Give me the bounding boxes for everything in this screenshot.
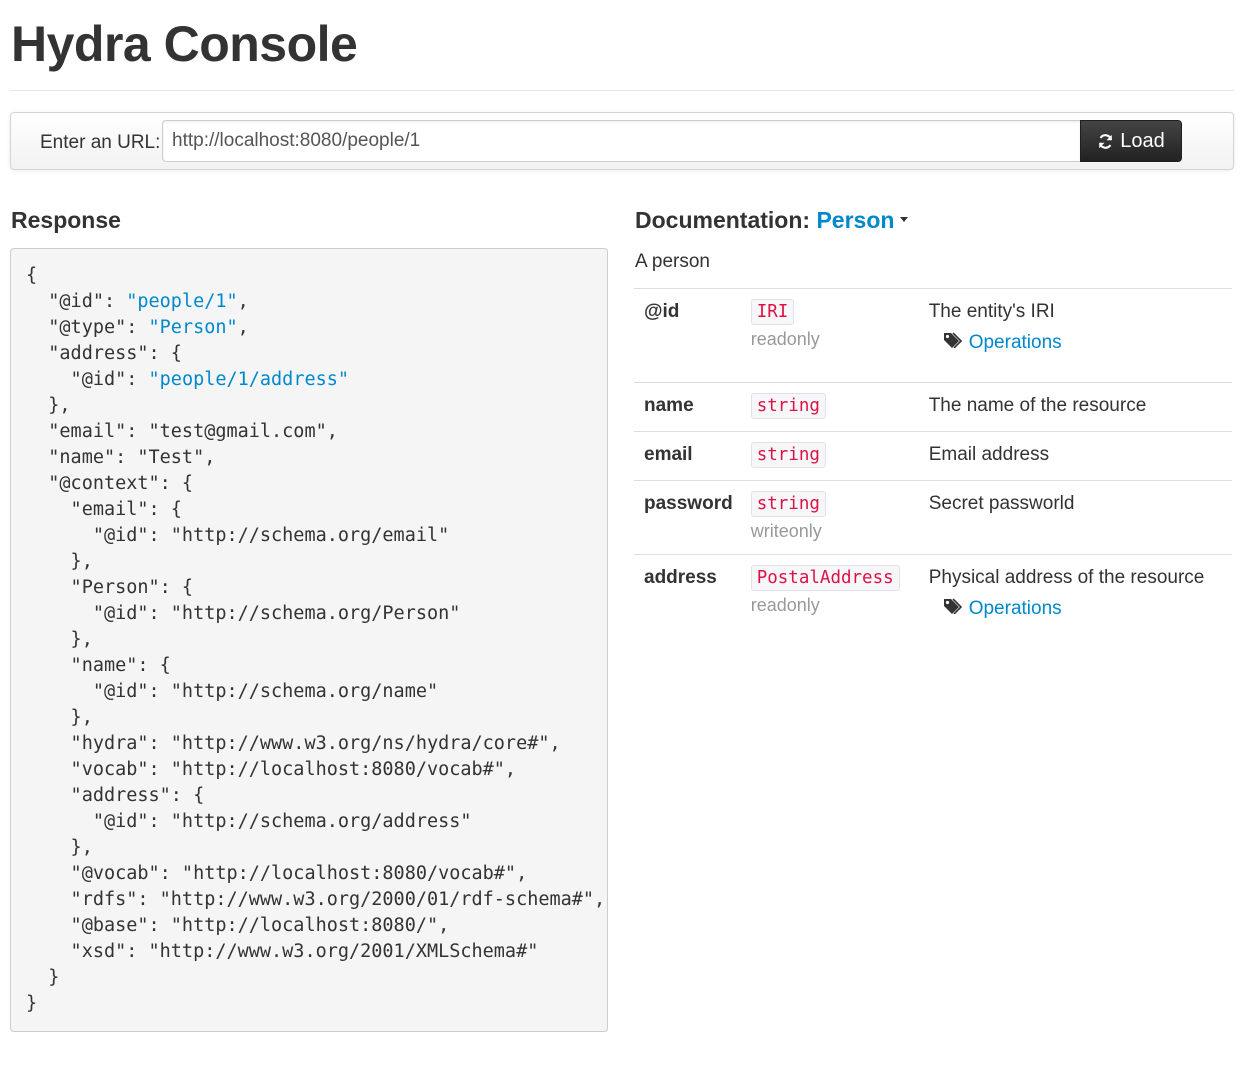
- json-line: "@id": "people/1",: [26, 291, 249, 312]
- property-row: name string The name of the resource: [634, 382, 1232, 432]
- json-line: "name": {: [26, 655, 171, 676]
- tags-icon: [943, 598, 963, 620]
- json-link[interactable]: "people/1/address": [149, 369, 349, 390]
- json-punct: ,: [237, 291, 249, 312]
- response-title: Response: [11, 207, 121, 233]
- property-type: IRI: [750, 299, 795, 325]
- documentation-title: Documentation: Person: [635, 207, 909, 234]
- title-divider: [10, 90, 1234, 91]
- json-line: "@id": "http://schema.org/Person": [26, 603, 461, 624]
- json-line: "Person": {: [26, 577, 194, 598]
- json-line: }: [26, 993, 38, 1014]
- json-line: "name": "Test",: [26, 447, 216, 468]
- property-type: string: [750, 393, 826, 419]
- property-name: @id: [634, 288, 743, 383]
- property-type-cell: string: [742, 431, 919, 481]
- load-button-label: Load: [1120, 129, 1165, 152]
- property-description-cell: The entity's IRI Operations: [918, 288, 1232, 383]
- property-type: string: [750, 442, 826, 468]
- refresh-icon: [1097, 133, 1114, 150]
- json-line: "address": {: [26, 343, 182, 364]
- documentation-title-prefix: Documentation:: [635, 207, 817, 233]
- json-line: "@vocab": "http://localhost:8080/vocab#"…: [26, 863, 528, 884]
- property-name: password: [634, 480, 743, 555]
- json-link[interactable]: "people/1": [126, 291, 237, 312]
- property-flag: readonly: [750, 595, 820, 615]
- property-name: email: [634, 431, 743, 481]
- json-line: },: [26, 837, 93, 858]
- json-line: "hydra": "http://www.w3.org/ns/hydra/cor…: [26, 733, 561, 754]
- property-description: The entity's IRI: [928, 301, 1055, 322]
- property-row: email string Email address: [634, 431, 1232, 481]
- json-link[interactable]: "Person": [149, 317, 238, 338]
- property-description: Physical address of the resource: [928, 567, 1205, 588]
- url-input[interactable]: [162, 120, 1081, 162]
- property-row: password string writeonly Secret passworld: [634, 480, 1232, 555]
- property-description: Email address: [928, 444, 1050, 465]
- json-line: "@id": "http://schema.org/address": [26, 811, 472, 832]
- property-type-cell: string writeonly: [742, 480, 919, 555]
- chevron-down-icon: [900, 217, 909, 223]
- documentation-type-dropdown[interactable]: Person: [816, 207, 894, 233]
- property-type-cell: string: [742, 382, 919, 432]
- property-description: The name of the resource: [928, 395, 1147, 416]
- json-line: {: [26, 265, 38, 286]
- url-label: Enter an URL:: [40, 132, 161, 153]
- property-flag: writeonly: [750, 521, 822, 541]
- json-line: },: [26, 629, 93, 650]
- property-description-cell: Email address: [918, 431, 1232, 481]
- json-line: },: [26, 395, 71, 416]
- operations-label: Operations: [968, 598, 1062, 619]
- json-line: "@base": "http://localhost:8080/",: [26, 915, 450, 936]
- load-button[interactable]: Load: [1080, 120, 1182, 162]
- property-row: address PostalAddress readonly Physical add…: [634, 554, 1232, 644]
- json-line: "vocab": "http://localhost:8080/vocab#",: [26, 759, 517, 780]
- tags-icon: [943, 332, 963, 354]
- property-flag: readonly: [750, 329, 820, 349]
- property-type: string: [750, 491, 826, 517]
- json-line: }: [26, 967, 60, 988]
- property-description: Secret passworld: [928, 493, 1075, 514]
- response-json: { "@id": "people/1", "@type": "Person", …: [26, 263, 607, 1017]
- json-line: "@id": "http://schema.org/email": [26, 525, 450, 546]
- json-line: },: [26, 551, 93, 572]
- property-row: @id IRI readonly The entity's IRI Operations: [634, 288, 1232, 383]
- operations-link[interactable]: Operations: [943, 332, 1062, 354]
- json-line: "@id": "people/1/address": [26, 369, 350, 390]
- documentation-description: A person: [635, 251, 710, 272]
- json-line: "@context": {: [26, 473, 194, 494]
- response-panel: { "@id": "people/1", "@type": "Person", …: [10, 248, 608, 1032]
- json-line: "rdfs": "http://www.w3.org/2000/01/rdf-s…: [26, 889, 606, 910]
- json-line: },: [26, 707, 93, 728]
- json-line: "email": "test@gmail.com",: [26, 421, 338, 442]
- operations-link[interactable]: Operations: [943, 598, 1062, 620]
- json-line: "@type": "Person",: [26, 317, 249, 338]
- property-name: address: [634, 554, 743, 644]
- json-line: "email": {: [26, 499, 182, 520]
- property-type-cell: IRI readonly: [742, 288, 919, 383]
- json-line: "@id": "http://schema.org/name": [26, 681, 439, 702]
- page-title: Hydra Console: [11, 16, 358, 72]
- property-description-cell: Secret passworld: [918, 480, 1232, 555]
- property-description-cell: The name of the resource: [918, 382, 1232, 432]
- json-punct: ,: [237, 317, 249, 338]
- property-name: name: [634, 382, 743, 432]
- properties-table: @id IRI readonly The entity's IRI Operations…: [634, 288, 1232, 644]
- property-description-cell: Physical address of the resource Operatio…: [918, 554, 1232, 644]
- property-type-cell: PostalAddress readonly: [742, 554, 919, 644]
- url-bar: Enter an URL: Load: [10, 112, 1234, 170]
- operations-label: Operations: [968, 332, 1062, 353]
- documentation-type-link: Person: [816, 207, 895, 233]
- json-line: "address": {: [26, 785, 205, 806]
- json-line: "xsd": "http://www.w3.org/2001/XMLSchema…: [26, 941, 539, 962]
- property-type: PostalAddress: [750, 565, 900, 591]
